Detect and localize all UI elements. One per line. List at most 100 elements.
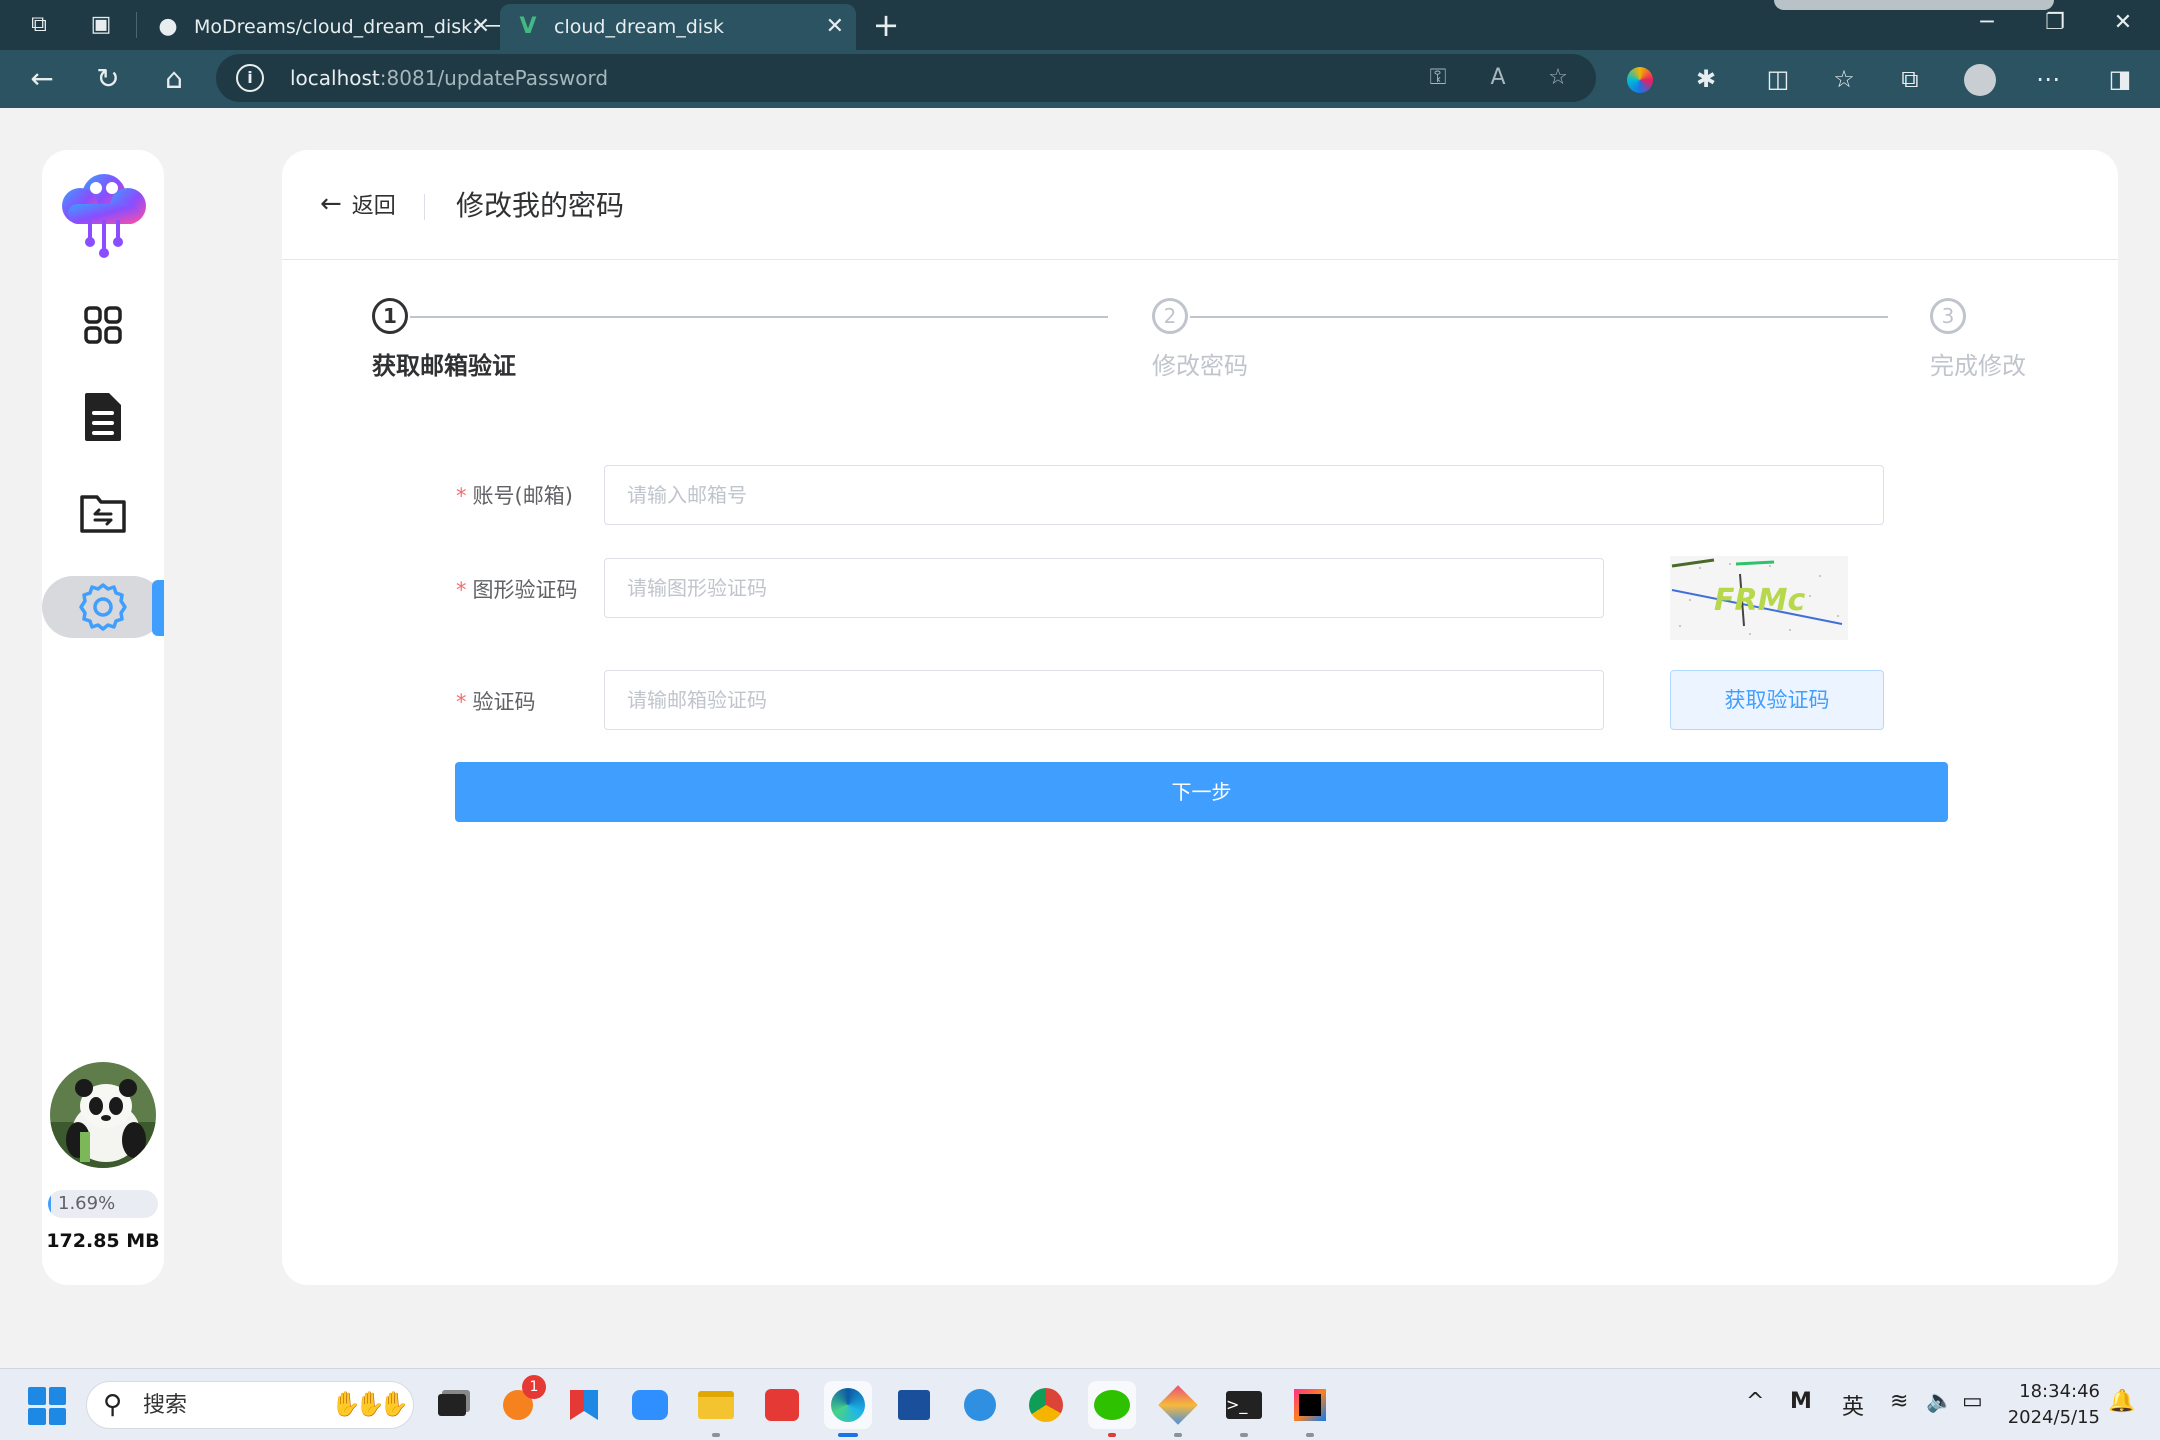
site-info-icon[interactable]: i [236,64,264,92]
taskbar-search-label: 搜索 [143,1393,188,1418]
battery-icon[interactable]: ▭ [1962,1389,1983,1414]
sidebar-active-indicator [152,580,164,636]
refresh-icon[interactable]: ↻ [88,60,128,98]
file-explorer-icon[interactable] [692,1381,740,1437]
profile-avatar-icon[interactable] [1960,60,2000,98]
search-highlight-icon: ✋✋✋ [331,1390,409,1418]
terminal-icon[interactable]: >_ [1220,1381,1268,1437]
extensions-icon[interactable]: ✱ [1686,60,1726,98]
main-card: ← 返回 修改我的密码 1 获取邮箱验证 2 修改密码 3 完成修改 * 账号(邮… [282,150,2118,1285]
step-connector [410,316,1108,318]
new-tab-button[interactable]: + [866,6,906,44]
sidebar-item-dashboard[interactable] [72,294,134,356]
vscode-icon[interactable] [956,1381,1004,1429]
wechat-icon[interactable] [1088,1381,1136,1437]
chrome-icon[interactable] [1022,1381,1070,1429]
app-grid-icon[interactable] [560,1381,608,1429]
step-2-label: 修改密码 [1152,352,1248,380]
step-3-icon: 3 [1930,298,1966,334]
taskbar-clock[interactable]: 18:34:46 2024/5/15 [2006,1379,2100,1431]
favorites-icon[interactable]: ☆ [1824,60,1864,98]
notification-bell-icon[interactable]: 🔔 [2108,1389,2135,1414]
url-text[interactable]: localhost:8081/updatePassword [290,54,608,102]
task-view-icon[interactable] [428,1381,476,1429]
read-aloud-icon[interactable]: A [1482,62,1514,94]
sidebar-toggle-icon[interactable]: ◨ [2100,60,2140,98]
sidebar-item-share[interactable] [72,482,134,544]
storage-usage-bar: 1.69% [48,1190,158,1218]
tab-github[interactable]: ● MoDreams/cloud_dream_disk: 一 ✕ [140,4,502,50]
step-1-icon: 1 [372,298,408,334]
tab-actions-icon[interactable]: ▣ [86,10,116,40]
favorite-star-icon[interactable]: ☆ [1542,62,1574,94]
search-icon: ⚲ [103,1390,123,1420]
tab-cloud-dream-disk[interactable]: V cloud_dream_disk ✕ [500,4,856,50]
wifi-icon[interactable]: ≋ [1890,1389,1908,1414]
captcha-label: * 图形验证码 [456,578,578,602]
home-icon[interactable]: ⌂ [154,60,194,98]
close-tab-icon[interactable]: ✕ [826,4,844,50]
storage-used-label: 172.85 MB [46,1230,160,1252]
code-label: * 验证码 [456,690,536,714]
arrow-left-icon: ← [320,189,342,219]
address-bar[interactable]: i localhost:8081/updatePassword ⚿ A ☆ [216,54,1596,102]
github-icon: ● [158,14,178,39]
tab-title: cloud_dream_disk [554,16,724,38]
page-title: 修改我的密码 [456,189,625,222]
cloud-app-icon[interactable] [626,1381,674,1429]
folder-share-icon [80,495,126,533]
browser-title-bar: ⧉ ▣ ● MoDreams/cloud_dream_disk: 一 ✕ V c… [0,0,2160,50]
windows-start-icon[interactable] [28,1387,66,1425]
grid-icon [84,306,122,344]
storage-usage-fill [48,1190,51,1218]
show-hidden-icons[interactable]: ^ [1746,1389,1764,1414]
header-divider [424,194,425,220]
avatar[interactable] [50,1062,156,1168]
captcha-input[interactable] [604,558,1604,618]
copilot-icon[interactable] [1620,60,1660,98]
intellij-icon[interactable] [1286,1381,1334,1437]
document-icon [85,393,121,441]
restore-button[interactable]: ❐ [2022,0,2088,46]
taskbar-search[interactable]: ⚲ 搜索 ✋✋✋ [86,1381,414,1429]
more-menu-icon[interactable]: ⋯ [2028,60,2068,98]
huawei-app-icon[interactable] [758,1381,806,1429]
tray-app-icon[interactable]: M [1790,1389,1812,1414]
cloud-logo-icon[interactable] [50,160,158,260]
sidebar-item-settings[interactable] [72,576,134,638]
password-key-icon[interactable]: ⚿ [1422,62,1454,94]
storage-usage-text: 1.69% [58,1193,116,1214]
email-field[interactable] [604,465,1884,525]
app-sidebar: 1.69% 172.85 MB [42,150,164,1285]
volume-icon[interactable]: 🔈 [1926,1389,1953,1414]
get-code-button[interactable]: 获取验证码 [1670,670,1884,730]
back-arrow-icon[interactable]: ← [22,60,62,98]
close-window-button[interactable]: ✕ [2090,0,2156,46]
sidebar-item-files[interactable] [72,386,134,448]
minimize-button[interactable]: ─ [1954,0,2020,46]
input-method-indicator[interactable]: 英 [1842,1389,1864,1421]
tab-title: MoDreams/cloud_dream_disk: 一 [194,16,502,38]
vue-icon: V [519,14,537,39]
email-code-input[interactable] [604,670,1604,730]
split-screen-icon[interactable]: ◫ [1758,60,1798,98]
weather-app-icon[interactable]: 1 [494,1375,546,1429]
back-button[interactable]: ← 返回 [320,188,396,220]
edge-browser-icon[interactable] [824,1381,872,1437]
microsoft-store-icon[interactable] [890,1381,938,1429]
page-header: ← 返回 修改我的密码 [282,150,2118,260]
step-2-icon: 2 [1152,298,1188,334]
clock-time: 18:34:46 [2019,1381,2100,1402]
tab-separator [136,12,137,38]
collections-icon[interactable]: ⧉ [1890,60,1930,98]
workspaces-icon[interactable]: ⧉ [24,10,54,40]
next-step-button[interactable]: 下一步 [455,762,1948,822]
step-3-label: 完成修改 [1930,352,2026,380]
close-tab-icon[interactable]: ✕ [472,4,490,50]
step-1-label: 获取邮箱验证 [372,352,516,380]
step-connector [1190,316,1888,318]
back-label: 返回 [351,194,396,219]
gear-icon [79,583,127,631]
captcha-image[interactable]: FRMc [1670,556,1848,640]
git-tool-icon[interactable] [1154,1381,1202,1437]
